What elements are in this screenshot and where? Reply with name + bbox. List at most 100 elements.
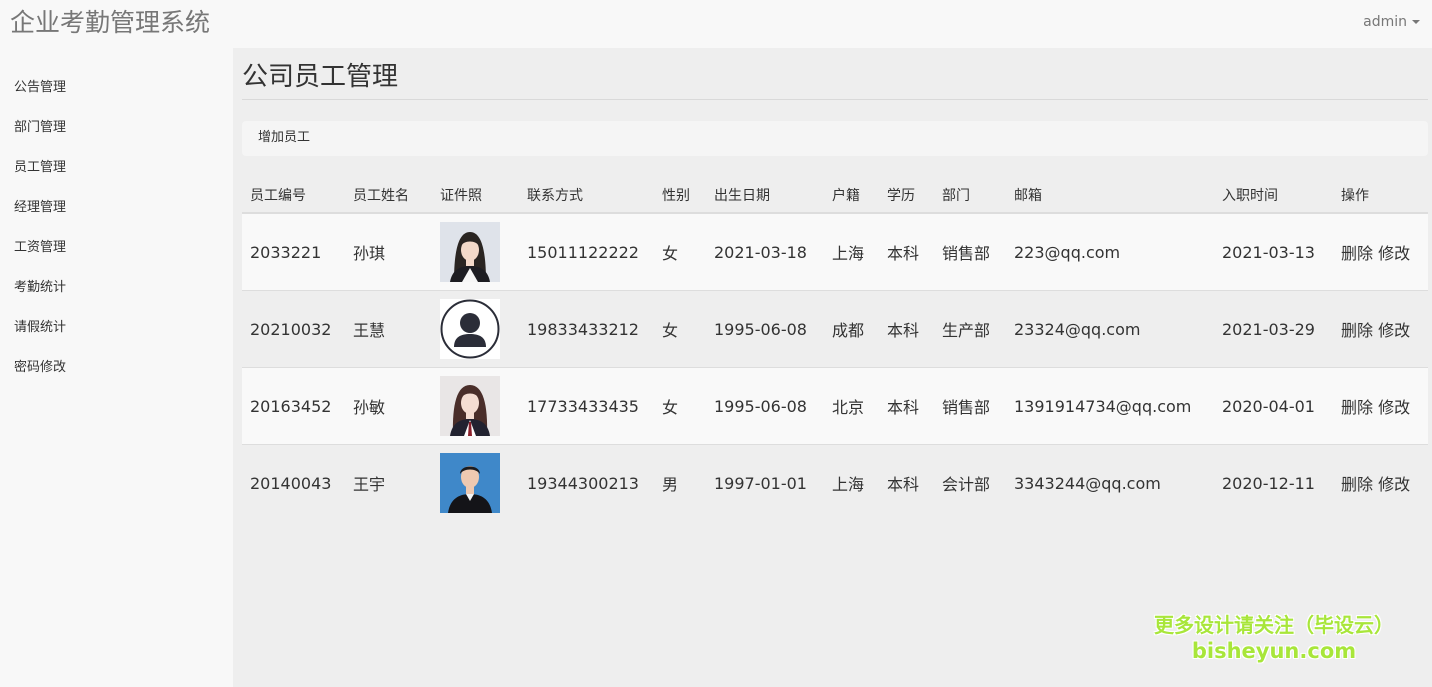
cell-phone: 19833433212 — [519, 290, 654, 368]
column-header-photo: 证件照 — [432, 178, 519, 214]
cell-email: 1391914734@qq.com — [1006, 367, 1214, 445]
cell-id: 20163452 — [242, 367, 345, 445]
sidebar-item-managers[interactable]: 经理管理 — [14, 199, 66, 217]
delete-button[interactable]: 删除 — [1341, 321, 1373, 340]
cell-actions: 删除 修改 — [1333, 212, 1428, 291]
cell-hire-date: 2021-03-29 — [1214, 290, 1333, 368]
table-header-row: 员工编号 员工姓名 证件照 联系方式 性别 出生日期 户籍 学历 部门 邮箱 入… — [242, 178, 1428, 214]
column-header-education: 学历 — [879, 178, 934, 214]
cell-hukou: 北京 — [824, 367, 879, 445]
watermark-line-2: bisheyun.com — [1191, 639, 1357, 663]
cell-phone: 15011122222 — [519, 212, 654, 291]
column-header-hukou: 户籍 — [824, 178, 879, 214]
cell-education: 本科 — [879, 444, 934, 521]
main-content: 公司员工管理 增加员工 员工编号 员工姓名 证件照 联系方式 性别 出生日期 户… — [233, 48, 1432, 687]
cell-hukou: 上海 — [824, 444, 879, 521]
cell-name: 王宇 — [345, 444, 432, 521]
cell-phone: 19344300213 — [519, 444, 654, 521]
cell-email: 23324@qq.com — [1006, 290, 1214, 368]
cell-hukou: 上海 — [824, 212, 879, 291]
cell-birth: 1995-06-08 — [706, 290, 824, 368]
cell-actions: 删除 修改 — [1333, 444, 1428, 521]
delete-button[interactable]: 删除 — [1341, 475, 1373, 494]
sidebar: 公告管理 部门管理 员工管理 经理管理 工资管理 考勤统计 请假统计 密码修改 — [0, 48, 233, 687]
cell-id: 20210032 — [242, 290, 345, 368]
table-row: 20210032 王慧 19833433212 女 1995-06-08 成都 … — [242, 290, 1428, 368]
column-header-birth: 出生日期 — [706, 178, 824, 214]
page-title: 公司员工管理 — [242, 62, 399, 92]
sidebar-item-attendance[interactable]: 考勤统计 — [14, 279, 66, 297]
watermark-line-1: 更多设计请关注（毕设云） — [1154, 613, 1394, 637]
add-employee-button[interactable]: 增加员工 — [258, 129, 310, 147]
delete-button[interactable]: 删除 — [1341, 244, 1373, 263]
sidebar-item-employees[interactable]: 员工管理 — [14, 159, 66, 177]
cell-hire-date: 2020-12-11 — [1214, 444, 1333, 521]
column-header-gender: 性别 — [654, 178, 706, 214]
cell-email: 3343244@qq.com — [1006, 444, 1214, 521]
cell-department: 销售部 — [934, 212, 1006, 291]
cell-photo — [432, 444, 519, 521]
cell-birth: 2021-03-18 — [706, 212, 824, 291]
cell-id: 20140043 — [242, 444, 345, 521]
cell-hire-date: 2020-04-01 — [1214, 367, 1333, 445]
edit-button[interactable]: 修改 — [1378, 244, 1410, 263]
cell-gender: 女 — [654, 367, 706, 445]
cell-name: 孙敏 — [345, 367, 432, 445]
employee-table: 员工编号 员工姓名 证件照 联系方式 性别 出生日期 户籍 学历 部门 邮箱 入… — [242, 178, 1428, 521]
column-header-name: 员工姓名 — [345, 178, 432, 214]
sidebar-item-announcements[interactable]: 公告管理 — [14, 79, 66, 97]
user-name: admin — [1363, 14, 1407, 30]
delete-button[interactable]: 删除 — [1341, 398, 1373, 417]
edit-button[interactable]: 修改 — [1378, 321, 1410, 340]
table-row: 2033221 孙琪 15011122222 女 2021-03-18 上海 本… — [242, 212, 1428, 291]
column-header-hire-date: 入职时间 — [1214, 178, 1333, 214]
table-row: 20140043 王宇 19344300213 男 1997-01-01 上海 — [242, 444, 1428, 521]
user-dropdown[interactable]: admin — [1363, 12, 1420, 32]
cell-birth: 1997-01-01 — [706, 444, 824, 521]
cell-department: 生产部 — [934, 290, 1006, 368]
default-avatar-icon — [440, 299, 500, 359]
column-header-email: 邮箱 — [1006, 178, 1214, 214]
action-bar: 增加员工 — [242, 121, 1428, 156]
cell-name: 孙琪 — [345, 212, 432, 291]
cell-gender: 女 — [654, 290, 706, 368]
cell-actions: 删除 修改 — [1333, 290, 1428, 368]
cell-department: 会计部 — [934, 444, 1006, 521]
cell-actions: 删除 修改 — [1333, 367, 1428, 445]
sidebar-item-salary[interactable]: 工资管理 — [14, 239, 66, 257]
cell-id: 2033221 — [242, 212, 345, 291]
edit-button[interactable]: 修改 — [1378, 475, 1410, 494]
column-header-id: 员工编号 — [242, 178, 345, 214]
female-portrait-photo — [440, 222, 500, 282]
cell-department: 销售部 — [934, 367, 1006, 445]
top-navbar: 企业考勤管理系统 admin — [0, 0, 1432, 48]
cell-gender: 男 — [654, 444, 706, 521]
cell-education: 本科 — [879, 212, 934, 291]
cell-gender: 女 — [654, 212, 706, 291]
watermark: 更多设计请关注（毕设云） bisheyun.com — [1144, 612, 1404, 664]
female-portrait-photo — [440, 376, 500, 436]
column-header-department: 部门 — [934, 178, 1006, 214]
cell-photo — [432, 367, 519, 445]
cell-birth: 1995-06-08 — [706, 367, 824, 445]
cell-education: 本科 — [879, 290, 934, 368]
cell-photo — [432, 290, 519, 368]
sidebar-item-password[interactable]: 密码修改 — [14, 359, 66, 377]
cell-hire-date: 2021-03-13 — [1214, 212, 1333, 291]
app-title[interactable]: 企业考勤管理系统 — [10, 6, 210, 40]
cell-hukou: 成都 — [824, 290, 879, 368]
sidebar-item-departments[interactable]: 部门管理 — [14, 119, 66, 137]
cell-email: 223@qq.com — [1006, 212, 1214, 291]
cell-name: 王慧 — [345, 290, 432, 368]
title-divider — [242, 99, 1428, 100]
cell-phone: 17733433435 — [519, 367, 654, 445]
cell-photo — [432, 212, 519, 291]
table-row: 20163452 孙敏 17733433435 女 1995-06-08 北京 … — [242, 367, 1428, 445]
male-portrait-photo — [440, 453, 500, 513]
column-header-actions: 操作 — [1333, 178, 1428, 214]
edit-button[interactable]: 修改 — [1378, 398, 1410, 417]
sidebar-item-leave[interactable]: 请假统计 — [14, 319, 66, 337]
cell-education: 本科 — [879, 367, 934, 445]
column-header-phone: 联系方式 — [519, 178, 654, 214]
caret-down-icon — [1412, 20, 1420, 24]
